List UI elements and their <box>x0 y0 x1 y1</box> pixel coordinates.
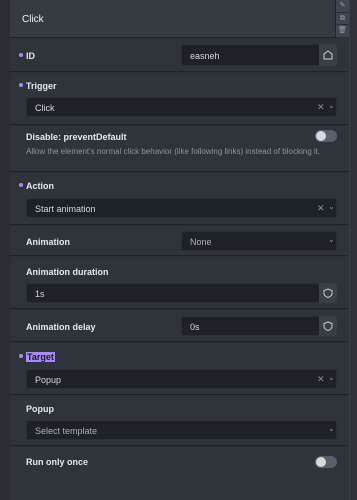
dynamic-indicator-dot <box>19 83 23 87</box>
animation-duration-input[interactable]: 1s <box>26 283 337 303</box>
animation-duration-value: 1s <box>35 289 45 299</box>
chevron-down-icon[interactable]: ⌄ <box>328 101 335 110</box>
prevent-default-label: Disable: preventDefault <box>26 132 127 142</box>
id-row: ID easneh <box>10 38 349 72</box>
duplicate-icon[interactable]: ⧉ <box>336 13 349 26</box>
toggle-knob <box>316 457 326 467</box>
clear-icon[interactable]: ✕ <box>317 374 325 385</box>
id-label: ID <box>26 51 35 61</box>
animation-label: Animation <box>26 237 70 247</box>
target-label: Target <box>26 352 55 362</box>
interaction-header: Click <box>10 0 335 38</box>
target-value: Popup <box>35 375 62 385</box>
dynamic-data-button[interactable] <box>319 44 337 66</box>
action-select[interactable]: Start animation ✕ ⌄ <box>26 198 337 218</box>
delete-icon[interactable]: 🗑 <box>336 25 349 38</box>
animation-row: Animation None ⌄ <box>10 226 349 256</box>
chevron-down-icon[interactable]: ⌄ <box>328 202 335 211</box>
animation-duration-label: Animation duration <box>26 267 109 277</box>
prevent-default-description: Allow the element's normal click behavio… <box>26 147 321 156</box>
dynamic-indicator-dot <box>19 183 23 187</box>
target-select[interactable]: Popup ✕ ⌄ <box>26 369 337 389</box>
run-once-label: Run only once <box>26 457 89 467</box>
popup-placeholder: Select template <box>35 426 98 436</box>
dynamic-indicator-dot <box>19 53 23 57</box>
animation-delay-label: Animation delay <box>26 322 96 332</box>
scrollbar[interactable] <box>349 0 357 500</box>
clear-icon[interactable]: ✕ <box>317 102 325 113</box>
edit-icon[interactable]: ✎ <box>336 0 349 13</box>
run-once-row: Run only once <box>10 447 349 500</box>
trigger-label: Trigger <box>26 81 57 91</box>
action-label: Action <box>26 181 54 191</box>
tag-icon <box>323 50 333 60</box>
toggle-knob <box>316 131 326 141</box>
trigger-value: Click <box>35 103 55 113</box>
shield-icon <box>323 288 333 298</box>
dynamic-data-button[interactable] <box>319 316 337 336</box>
chevron-down-icon[interactable]: ⌄ <box>328 235 335 244</box>
animation-value: None <box>190 237 212 247</box>
interaction-title: Click <box>22 14 44 25</box>
popup-row: Popup Select template ⌄ <box>10 396 349 446</box>
animation-select[interactable]: None ⌄ <box>181 231 337 251</box>
action-value: Start animation <box>35 204 96 214</box>
run-once-toggle[interactable] <box>315 456 337 468</box>
trigger-row: Trigger Click ✕ ⌄ <box>10 73 349 125</box>
chevron-down-icon[interactable]: ⌄ <box>328 373 335 382</box>
left-gutter <box>0 0 10 500</box>
action-row: Action Start animation ✕ ⌄ <box>10 173 349 225</box>
popup-template-select[interactable]: Select template ⌄ <box>26 420 337 440</box>
dynamic-data-button[interactable] <box>319 283 337 303</box>
animation-delay-input[interactable]: 0s <box>181 316 337 336</box>
settings-panel: ID easneh Trigger Click ✕ ⌄ Disable: pre… <box>10 38 349 500</box>
animation-delay-row: Animation delay 0s <box>10 310 349 342</box>
header-actions: ✎ ⧉ 🗑 <box>335 0 349 38</box>
dynamic-indicator-dot <box>19 354 23 358</box>
prevent-default-toggle[interactable] <box>315 130 337 142</box>
shield-icon <box>323 321 333 331</box>
animation-duration-row: Animation duration 1s <box>10 257 349 309</box>
target-row: Target Popup ✕ ⌄ <box>10 343 349 395</box>
chevron-down-icon[interactable]: ⌄ <box>328 424 335 433</box>
prevent-default-row: Disable: preventDefault Allow the elemen… <box>10 126 349 172</box>
popup-label: Popup <box>26 404 54 414</box>
id-value: easneh <box>190 51 220 61</box>
id-input[interactable]: easneh <box>181 44 337 66</box>
trigger-select[interactable]: Click ✕ ⌄ <box>26 97 337 117</box>
animation-delay-value: 0s <box>190 322 200 332</box>
clear-icon[interactable]: ✕ <box>317 203 325 214</box>
